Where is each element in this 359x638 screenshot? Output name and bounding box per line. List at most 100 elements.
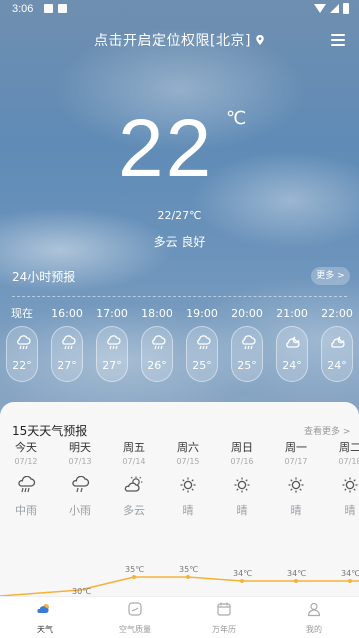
hourly-item[interactable]: 17:00 27°	[94, 306, 130, 382]
day-date: 07/17	[284, 457, 308, 466]
daily-item[interactable]: 周二 07/18 晴	[330, 440, 359, 518]
sun-icon	[180, 477, 196, 493]
temp-label: 34℃	[341, 569, 359, 578]
daily-forecast-title: 15天天气预报	[12, 424, 88, 438]
partly-cloudy-icon	[124, 476, 143, 492]
hourly-more-button[interactable]: 更多 >	[311, 267, 350, 285]
day-name: 周五	[123, 441, 145, 454]
daily-more-link[interactable]: 查看更多 >	[304, 424, 350, 437]
sun-icon	[234, 477, 250, 493]
daily-item[interactable]: 周六 07/15 晴	[168, 440, 208, 518]
rain-cloud-icon	[72, 475, 90, 493]
hourly-temp: 26°	[147, 359, 167, 372]
location-text[interactable]: 点击开启定位权限[北京]	[94, 33, 251, 49]
temp-label: 34℃	[287, 569, 306, 578]
temp-label: 34℃	[233, 569, 252, 578]
hourly-forecast-list[interactable]: 现在 22° 16:00 27° 17:00 27° 18:00 26° 19:…	[0, 306, 359, 384]
calendar-icon	[217, 602, 231, 616]
temp-label: 35℃	[125, 565, 144, 574]
divider	[12, 296, 347, 297]
status-right	[314, 3, 349, 14]
hourly-temp: 24°	[282, 359, 302, 372]
hourly-time: 22:00	[321, 307, 353, 320]
daily-item[interactable]: 周五 07/14 多云	[114, 440, 154, 518]
hourly-temp: 27°	[102, 359, 122, 372]
rain-cloud-icon	[62, 335, 76, 350]
location-pin-icon	[256, 35, 264, 45]
day-name: 周一	[285, 441, 307, 454]
hourly-item[interactable]: 22:00 24°	[319, 306, 355, 382]
status-time: 3:06	[12, 3, 34, 15]
wifi-icon	[314, 4, 326, 13]
day-name: 周日	[231, 441, 253, 454]
temp-point	[132, 575, 136, 579]
hourly-temp: 24°	[327, 359, 347, 372]
tab-label: 天气	[37, 625, 53, 634]
day-condition: 晴	[344, 504, 356, 517]
hourly-temp: 25°	[192, 359, 212, 372]
tab-label: 万年历	[212, 625, 236, 634]
air-quality-icon	[128, 602, 142, 616]
hourly-time: 16:00	[51, 307, 83, 320]
tab-calendar[interactable]: 万年历	[184, 601, 264, 635]
tab-weather[interactable]: 天气	[5, 601, 85, 635]
battery-icon	[343, 3, 349, 14]
rain-cloud-icon	[242, 335, 256, 350]
rain-cloud-icon	[18, 475, 36, 493]
tab-label: 空气质量	[119, 625, 151, 634]
day-date: 07/13	[68, 457, 92, 466]
day-condition: 晴	[290, 504, 302, 517]
day-name: 今天	[15, 441, 37, 454]
hourly-item[interactable]: 18:00 26°	[139, 306, 175, 382]
temp-point	[240, 579, 244, 583]
sun-icon	[288, 477, 304, 493]
hourly-item[interactable]: 19:00 25°	[184, 306, 220, 382]
tab-label: 我的	[306, 625, 322, 634]
rain-cloud-icon	[17, 335, 31, 350]
day-condition: 晴	[236, 504, 248, 517]
daily-item[interactable]: 今天 07/12 中雨	[6, 440, 46, 518]
day-date: 07/16	[230, 457, 254, 466]
day-condition: 晴	[182, 504, 194, 517]
hourly-item[interactable]: 现在 22°	[4, 306, 40, 382]
daily-item[interactable]: 周日 07/16 晴	[222, 440, 262, 518]
hourly-forecast-title: 24小时预报	[12, 270, 76, 284]
hourly-temp: 22°	[12, 359, 32, 372]
cloud-moon-icon	[286, 336, 300, 348]
cloud-moon-icon	[331, 336, 345, 348]
day-date: 07/18	[338, 457, 359, 466]
tab-air-quality[interactable]: 空气质量	[95, 601, 175, 635]
temperature-range: 22/27℃	[157, 209, 202, 222]
daily-item[interactable]: 明天 07/13 小雨	[60, 440, 100, 518]
hourly-temp: 25°	[237, 359, 257, 372]
hourly-time: 18:00	[141, 307, 173, 320]
temp-point	[186, 575, 190, 579]
daily-forecast-list[interactable]: 今天 07/12 中雨 明天 07/13 小雨 周五 07/14 多云 周六 0…	[0, 440, 359, 550]
location-header[interactable]: 点击开启定位权限[北京]	[0, 30, 359, 50]
temp-point	[294, 579, 298, 583]
hourly-time: 17:00	[96, 307, 128, 320]
hourly-item[interactable]: 21:00 24°	[274, 306, 310, 382]
tab-profile[interactable]: 我的	[274, 601, 354, 635]
hourly-time: 现在	[11, 307, 33, 320]
hourly-time: 19:00	[186, 307, 218, 320]
day-date: 07/14	[122, 457, 146, 466]
bottom-tab-bar: 天气 空气质量 万年历 我的	[0, 596, 359, 638]
daily-item[interactable]: 周一 07/17 晴	[276, 440, 316, 518]
menu-icon[interactable]	[331, 34, 345, 47]
hourly-item[interactable]: 16:00 27°	[49, 306, 85, 382]
hourly-temp: 27°	[57, 359, 77, 372]
current-temperature: 22	[118, 103, 214, 194]
day-condition: 小雨	[69, 504, 91, 517]
temp-label: 30℃	[72, 587, 91, 596]
status-bar: 3:06	[0, 0, 359, 20]
rain-cloud-icon	[197, 335, 211, 350]
signal-icon	[330, 4, 339, 13]
weather-condition: 多云 良好	[153, 235, 206, 249]
hourly-time: 21:00	[276, 307, 308, 320]
day-name: 周二	[339, 441, 359, 454]
temp-point	[348, 579, 352, 583]
day-date: 07/12	[14, 457, 38, 466]
day-condition: 中雨	[15, 504, 37, 517]
hourly-item[interactable]: 20:00 25°	[229, 306, 265, 382]
